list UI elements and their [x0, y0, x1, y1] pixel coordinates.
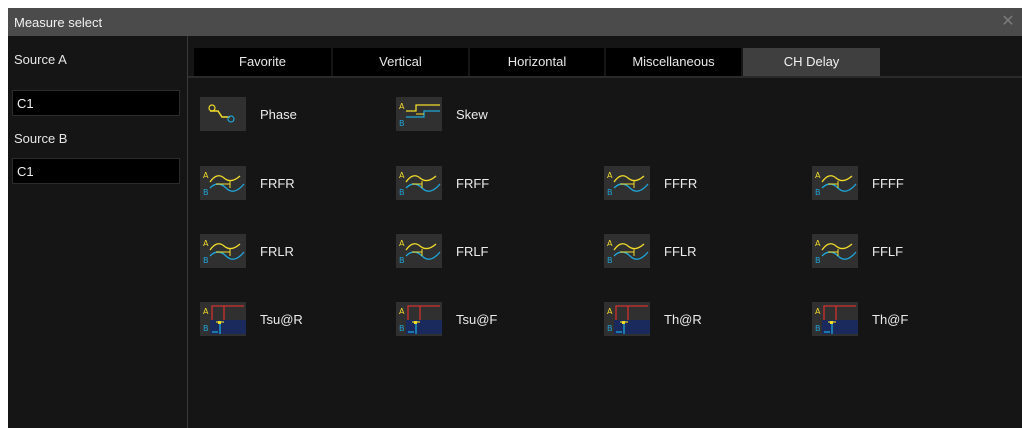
measure-item-label: Tsu@F — [456, 312, 498, 327]
fffr-icon: AB — [604, 166, 650, 200]
tab-vertical[interactable]: Vertical — [333, 48, 468, 76]
frlf-icon: AB — [396, 234, 442, 268]
measure-item-ffff[interactable]: A B FFFF — [812, 166, 982, 200]
measure-item-label: Th@F — [872, 312, 909, 327]
icon-letter-b: B — [815, 256, 821, 265]
tab-horizontal[interactable]: Horizontal — [470, 48, 604, 76]
measure-item-label: FFLR — [664, 244, 697, 259]
measure-item-fflf[interactable]: A B FFLF — [812, 234, 982, 268]
ffff-icon: AB — [812, 166, 858, 200]
measure-item-label: FRFR — [260, 176, 295, 191]
icon-letter-a: A — [607, 307, 613, 316]
measure-item-label: FRLF — [456, 244, 489, 259]
measure-item-th-at-r[interactable]: A B Th@R — [604, 302, 774, 336]
icon-letter-a: A — [203, 239, 209, 248]
measure-item-fflr[interactable]: A B FFLR — [604, 234, 774, 268]
frlr-icon: AB — [200, 234, 246, 268]
fflr-icon: AB — [604, 234, 650, 268]
measure-item-th-at-f[interactable]: A B Th@F — [812, 302, 982, 336]
icon-letter-b: B — [815, 324, 821, 333]
icon-letter-a: A — [607, 171, 613, 180]
icon-letter-b: B — [203, 188, 209, 197]
measure-item-label: Tsu@R — [260, 312, 303, 327]
tab-favorite[interactable]: Favorite — [194, 48, 331, 76]
icon-letter-a: A — [399, 307, 405, 316]
source-b-field[interactable]: C1 — [12, 158, 180, 184]
source-a-label: Source A — [14, 52, 67, 67]
measure-item-fffr[interactable]: A B FFFR — [604, 166, 774, 200]
measure-item-label: Th@R — [664, 312, 702, 327]
measure-item-label: FFLF — [872, 244, 904, 259]
tab-underline — [188, 76, 1022, 78]
measure-item-frff[interactable]: A B FRFF — [396, 166, 566, 200]
source-b-label: Source B — [14, 131, 68, 146]
icon-letter-b: B — [399, 188, 405, 197]
hold-fall-icon: AB — [812, 302, 858, 336]
source-a-field[interactable]: C1 — [12, 90, 180, 116]
frff-icon: AB — [396, 166, 442, 200]
icon-letter-a: A — [815, 307, 821, 316]
measure-item-label: Skew — [456, 107, 488, 122]
measure-item-frlf[interactable]: A B FRLF — [396, 234, 566, 268]
icon-letter-a: A — [399, 102, 405, 111]
measure-item-label: FFFF — [872, 176, 904, 191]
icon-letter-a: A — [607, 239, 613, 248]
icon-letter-b: B — [607, 324, 613, 333]
icon-letter-a: A — [815, 239, 821, 248]
icon-letter-b: B — [607, 188, 613, 197]
measure-item-label: FFFR — [664, 176, 698, 191]
measure-item-label: FRLR — [260, 244, 294, 259]
tab-miscellaneous[interactable]: Miscellaneous — [606, 48, 741, 76]
icon-letter-b: B — [399, 256, 405, 265]
setup-rise-icon: AB — [200, 302, 246, 336]
icon-letter-a: A — [203, 171, 209, 180]
measure-item-frlr[interactable]: A B FRLR — [200, 234, 370, 268]
measure-item-tsu-at-r[interactable]: A B Tsu@R — [200, 302, 370, 336]
icon-letter-b: B — [399, 324, 405, 333]
fflf-icon: AB — [812, 234, 858, 268]
measure-item-label: Phase — [260, 107, 297, 122]
title-bar: Measure select ✕ — [8, 8, 1022, 36]
dialog-title: Measure select — [14, 15, 103, 30]
icon-letter-b: B — [607, 256, 613, 265]
icon-letter-a: A — [399, 171, 405, 180]
icon-letter-a: A — [203, 307, 209, 316]
source-panel: Source A C1 Source B C1 — [8, 36, 188, 428]
icon-letter-a: A — [399, 239, 405, 248]
hold-rise-icon: AB — [604, 302, 650, 336]
phase-icon — [200, 97, 246, 131]
measure-item-frfr[interactable]: A B FRFR — [200, 166, 370, 200]
measure-select-dialog: Measure select ✕ Source A C1 Source B C1… — [8, 8, 1022, 428]
icon-letter-b: B — [203, 324, 209, 333]
setup-fall-icon: AB — [396, 302, 442, 336]
close-icon[interactable]: ✕ — [998, 12, 1018, 32]
skew-icon: AB — [396, 97, 442, 131]
icon-letter-b: B — [815, 188, 821, 197]
frfr-icon: AB — [200, 166, 246, 200]
measure-item-tsu-at-f[interactable]: A B Tsu@F — [396, 302, 566, 336]
measure-item-label: FRFF — [456, 176, 490, 191]
measure-item-phase[interactable]: Phase — [200, 97, 370, 131]
measure-item-skew[interactable]: A B Skew — [396, 97, 566, 131]
icon-letter-b: B — [399, 119, 405, 128]
icon-letter-b: B — [203, 256, 209, 265]
icon-letter-a: A — [815, 171, 821, 180]
tab-ch-delay[interactable]: CH Delay — [743, 48, 880, 76]
